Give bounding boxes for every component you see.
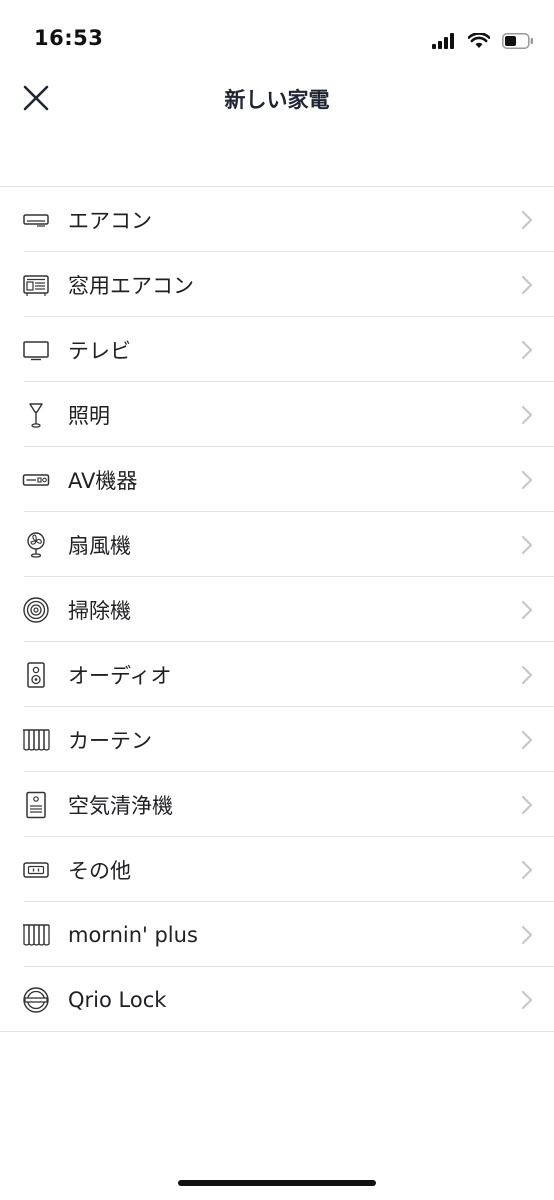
list-item-qrio-lock[interactable]: Qrio Lock xyxy=(0,967,554,1032)
chevron-right-icon xyxy=(520,989,534,1011)
list-item-label: 掃除機 xyxy=(68,598,131,623)
status-icons xyxy=(432,30,534,52)
chevron-right-icon xyxy=(520,664,534,686)
list-item-av-device[interactable]: AV機器 xyxy=(0,447,554,512)
speaker-icon xyxy=(22,661,50,689)
chevron-right-icon xyxy=(520,859,534,881)
home-indicator[interactable] xyxy=(178,1180,376,1186)
tv-icon xyxy=(22,336,50,364)
list-item-fan[interactable]: 扇風機 xyxy=(0,512,554,577)
list-item-other[interactable]: その他 xyxy=(0,837,554,902)
wifi-icon xyxy=(468,33,490,49)
navigation-bar: 新しい家電 xyxy=(0,70,554,126)
battery-icon xyxy=(502,33,534,49)
chevron-right-icon xyxy=(520,209,534,231)
chevron-right-icon xyxy=(520,404,534,426)
qrio-lock-icon xyxy=(22,986,50,1014)
chevron-right-icon xyxy=(520,794,534,816)
window-air-conditioner-icon xyxy=(22,271,50,299)
fan-icon xyxy=(22,531,50,559)
list-item-label: オーディオ xyxy=(68,663,172,688)
list-item-label: 窓用エアコン xyxy=(68,273,194,298)
list-item-vacuum[interactable]: 掃除機 xyxy=(0,577,554,642)
list-item-label: カーテン xyxy=(68,728,152,753)
status-bar: 16:53 xyxy=(0,0,554,80)
list-item-label: 空気清浄機 xyxy=(68,793,173,818)
chevron-right-icon xyxy=(520,729,534,751)
chevron-right-icon xyxy=(520,469,534,491)
appliance-list: エアコン 窓用エアコン テレビ 照明 AV機器 扇風機 掃除機 オーディオ カー… xyxy=(0,186,554,1032)
list-item-mornin-plus[interactable]: mornin' plus xyxy=(0,902,554,967)
curtain-icon xyxy=(22,726,50,754)
other-device-icon xyxy=(22,856,50,884)
list-item-air-conditioner[interactable]: エアコン xyxy=(0,187,554,252)
list-item-audio[interactable]: オーディオ xyxy=(0,642,554,707)
list-item-label: Qrio Lock xyxy=(68,987,167,1012)
mornin-plus-icon xyxy=(22,921,50,949)
list-item-air-purifier[interactable]: 空気清浄機 xyxy=(0,772,554,837)
page-title: 新しい家電 xyxy=(224,88,330,112)
light-icon xyxy=(22,401,50,429)
list-item-light[interactable]: 照明 xyxy=(0,382,554,447)
air-purifier-icon xyxy=(22,791,50,819)
status-time: 16:53 xyxy=(34,26,104,50)
list-item-label: 扇風機 xyxy=(68,533,131,558)
chevron-right-icon xyxy=(520,274,534,296)
list-item-curtain[interactable]: カーテン xyxy=(0,707,554,772)
chevron-right-icon xyxy=(520,924,534,946)
list-item-label: エアコン xyxy=(68,208,152,233)
chevron-right-icon xyxy=(520,599,534,621)
cellular-signal-icon xyxy=(432,33,456,49)
robot-vacuum-icon xyxy=(22,596,50,624)
list-item-label: AV機器 xyxy=(68,468,138,493)
av-device-icon xyxy=(22,466,50,494)
list-item-label: その他 xyxy=(68,858,131,883)
air-conditioner-icon xyxy=(22,206,50,234)
list-item-label: テレビ xyxy=(68,338,131,363)
chevron-right-icon xyxy=(520,534,534,556)
list-item-window-air-conditioner[interactable]: 窓用エアコン xyxy=(0,252,554,317)
chevron-right-icon xyxy=(520,339,534,361)
list-item-tv[interactable]: テレビ xyxy=(0,317,554,382)
list-item-label: mornin' plus xyxy=(68,922,198,947)
list-item-label: 照明 xyxy=(68,403,110,428)
